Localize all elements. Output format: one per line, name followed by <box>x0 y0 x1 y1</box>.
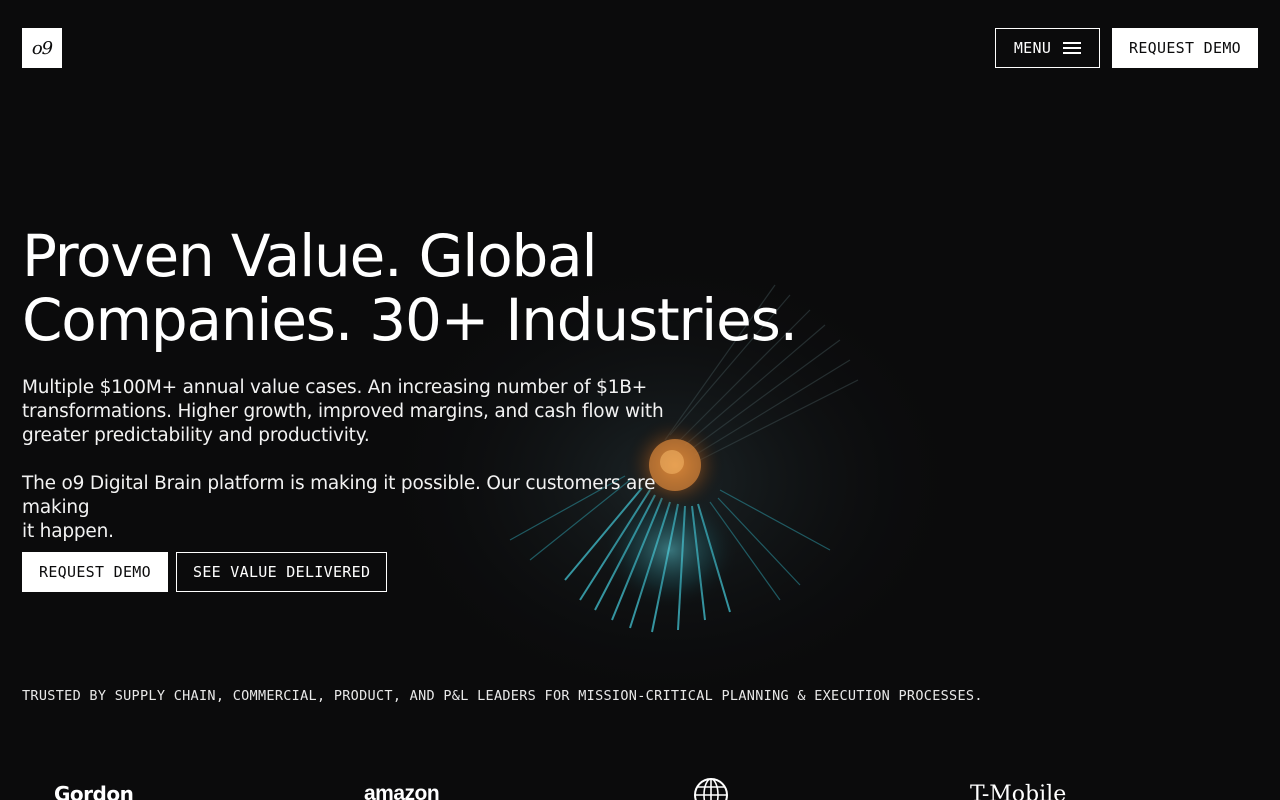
hamburger-icon <box>1063 42 1082 54</box>
hero-request-demo-button[interactable]: REQUEST DEMO <box>22 552 168 592</box>
header-request-demo-label: REQUEST DEMO <box>1129 39 1241 57</box>
header-request-demo-button[interactable]: REQUEST DEMO <box>1112 28 1258 68</box>
para2-line-1: The o9 Digital Brain platform is making … <box>22 473 656 518</box>
headline-line-2: Companies. 30+ Industries. <box>22 286 798 354</box>
see-value-delivered-label: SEE VALUE DELIVERED <box>192 563 371 581</box>
para2-line-2: it happen. <box>22 521 114 542</box>
globe-logo <box>692 776 730 800</box>
hero-description: Multiple $100M+ annual value cases. An i… <box>22 376 722 568</box>
tmobile-logo: T-Mobile <box>970 782 1067 800</box>
hero-paragraph-1: Multiple $100M+ annual value cases. An i… <box>22 376 722 448</box>
see-value-delivered-button[interactable]: SEE VALUE DELIVERED <box>175 552 388 592</box>
headline-line-1: Proven Value. Global <box>22 222 598 290</box>
header-actions: MENU REQUEST DEMO <box>995 28 1258 68</box>
trusted-by-text: TRUSTED BY SUPPLY CHAIN, COMMERCIAL, PRO… <box>22 688 983 704</box>
gordon-logo: Gordon <box>54 782 134 800</box>
menu-button[interactable]: MENU <box>995 28 1101 68</box>
menu-label: MENU <box>1013 39 1052 57</box>
o9-logo[interactable]: o9 <box>22 28 62 68</box>
amazon-logo: amazon <box>364 782 440 800</box>
logo-text: o9 <box>31 37 53 59</box>
hero-request-demo-label: REQUEST DEMO <box>39 563 151 581</box>
hero-headline: Proven Value. Global Companies. 30+ Indu… <box>22 224 882 352</box>
para1-line-2: transformations. Higher growth, improved… <box>22 401 664 422</box>
para1-line-3: greater predictability and productivity. <box>22 425 370 446</box>
customer-logos: Gordon amazon T-Mobile <box>0 770 1280 800</box>
hero-cta-row: REQUEST DEMO SEE VALUE DELIVERED <box>22 552 388 592</box>
page: o9 MENU REQUEST DEMO Proven Value. Globa… <box>0 0 1280 800</box>
hero-paragraph-2: The o9 Digital Brain platform is making … <box>22 472 722 544</box>
para1-line-1: Multiple $100M+ annual value cases. An i… <box>22 377 648 398</box>
